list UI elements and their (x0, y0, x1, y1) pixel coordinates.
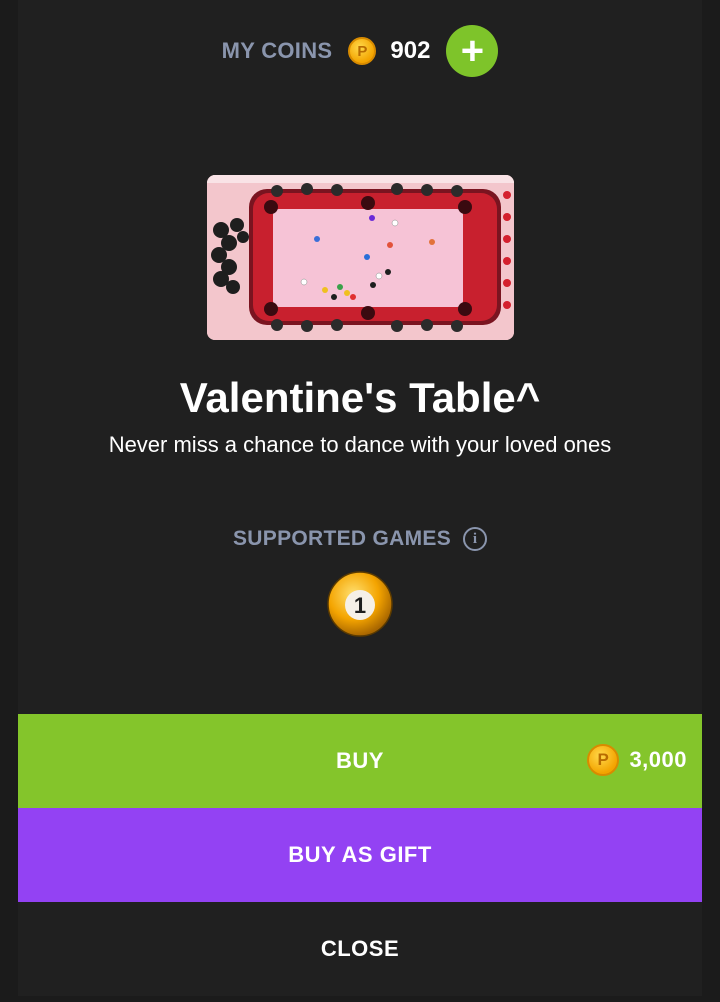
item-description: Never miss a chance to dance with your l… (108, 432, 612, 457)
info-icon[interactable]: i (463, 527, 488, 551)
coin-icon: P (348, 37, 377, 65)
item-modal: MY COINS P 902 + Valentine's Table^ Neve… (18, 0, 702, 996)
price-value: 3,000 (629, 747, 687, 772)
buy-as-gift-button[interactable]: BUY AS GIFT (18, 808, 702, 902)
add-coins-button[interactable]: + (446, 25, 499, 77)
plus-icon: + (460, 29, 485, 73)
supported-games-label: SUPPORTED GAMES (232, 527, 452, 550)
coins-balance: 902 (390, 37, 431, 64)
svg-text:1: 1 (354, 593, 366, 618)
buy-button[interactable]: BUY P 3,000 (18, 714, 702, 808)
buy-label: BUY (336, 748, 384, 773)
coin-icon: P (587, 744, 620, 776)
buy-as-gift-label: BUY AS GIFT (288, 842, 432, 867)
coins-bar: MY COINS P 902 + (18, 25, 702, 77)
close-button[interactable]: CLOSE (18, 902, 702, 996)
buy-price: P 3,000 (587, 744, 687, 776)
item-title: Valentine's Table^ (179, 374, 541, 421)
coins-label: MY COINS (221, 38, 333, 63)
supported-games-row: SUPPORTED GAMES i (18, 524, 702, 554)
close-label: CLOSE (320, 936, 400, 961)
pool-ball-icon: 1 (327, 571, 393, 637)
table-preview-image (207, 175, 514, 340)
